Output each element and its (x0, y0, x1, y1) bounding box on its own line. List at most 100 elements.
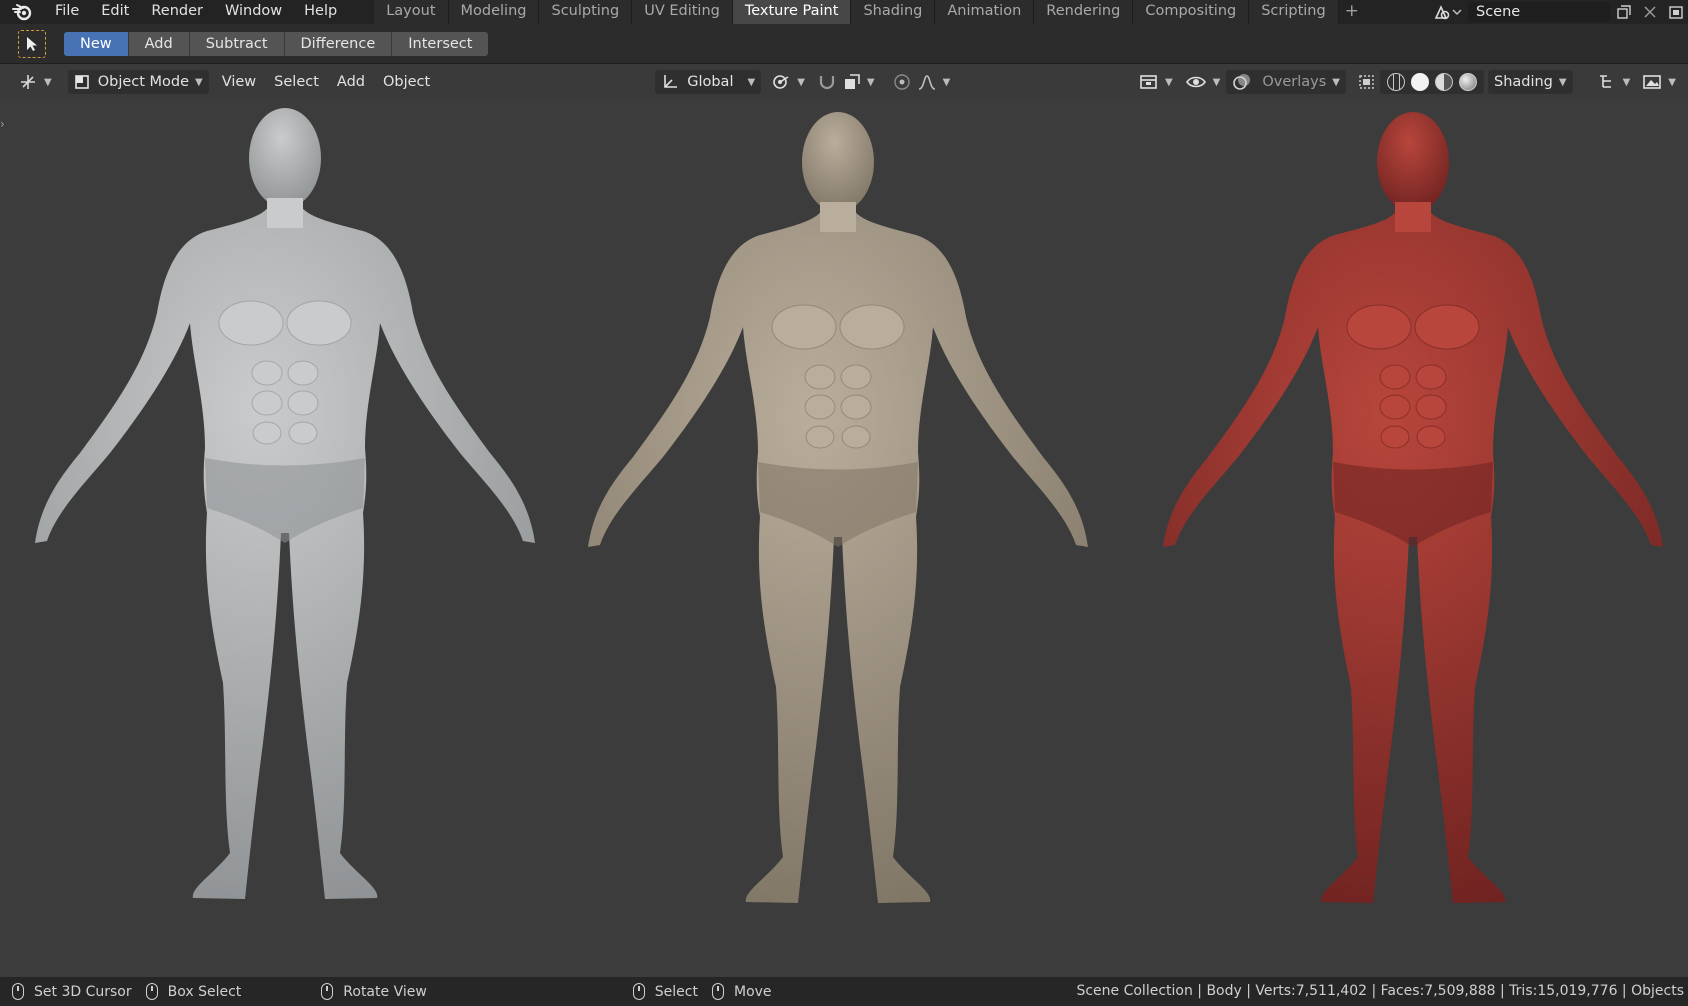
shading-label: Shading (1493, 74, 1553, 90)
menu-file[interactable]: File (44, 0, 90, 24)
toolbar-expand-icon[interactable]: › (0, 117, 5, 131)
tab-layout[interactable]: Layout (374, 0, 449, 24)
mode-difference-button[interactable]: Difference (284, 31, 393, 56)
viewport-gizmos-toggle[interactable]: ▼ (1179, 70, 1227, 94)
figure-neck (267, 198, 303, 228)
menu-view[interactable]: View (213, 74, 265, 90)
add-workspace-button[interactable]: + (1339, 0, 1365, 24)
object-mode-icon (74, 75, 89, 89)
tab-modeling[interactable]: Modeling (448, 0, 540, 24)
status-move: Move (712, 983, 772, 1000)
figure-clay-beige[interactable] (588, 112, 1088, 903)
muscle-detail (804, 364, 836, 390)
muscle-detail (287, 360, 319, 386)
blender-logo-icon[interactable] (0, 0, 44, 24)
overlays-dropdown[interactable]: Overlays ▼ (1226, 70, 1346, 94)
figure-clay-grey[interactable] (35, 108, 535, 899)
status-select-label: Select (654, 983, 698, 1000)
outliner-toggle[interactable]: ▼ (1591, 70, 1637, 94)
tab-shading[interactable]: Shading (851, 0, 936, 24)
menu-object[interactable]: Object (374, 74, 439, 90)
chevron-down-icon: ▼ (747, 76, 756, 88)
tab-compositing[interactable]: Compositing (1133, 0, 1250, 24)
menu-help[interactable]: Help (293, 0, 348, 24)
select-box-tool-icon[interactable] (18, 29, 46, 58)
chevron-down-icon: ▼ (1212, 76, 1221, 88)
tab-rendering[interactable]: Rendering (1034, 0, 1134, 24)
status-box-select: Box Select (145, 983, 242, 1000)
mouse-drag-icon (145, 983, 158, 1000)
mode-add-button[interactable]: Add (128, 31, 190, 56)
figure-body (35, 199, 535, 899)
menu-select[interactable]: Select (265, 74, 328, 90)
menu-add[interactable]: Add (328, 74, 374, 90)
duplicate-scene-icon[interactable] (1612, 1, 1636, 23)
proportional-editing-toggle[interactable]: ▼ (887, 70, 957, 94)
tab-sculpting[interactable]: Sculpting (539, 0, 633, 24)
chevron-down-icon: ▼ (797, 76, 805, 88)
status-rotate-view: Rotate View (321, 983, 427, 1000)
muscle-detail (1416, 425, 1446, 449)
muscle-detail (287, 390, 319, 416)
menu-window[interactable]: Window (214, 0, 293, 24)
close-icon[interactable] (1638, 1, 1662, 23)
object-type-visibility[interactable]: ▼ (1133, 70, 1179, 94)
material-preview-shading-icon[interactable] (1434, 73, 1453, 91)
mode-intersect-button[interactable]: Intersect (392, 31, 489, 56)
muscle-detail (771, 304, 837, 350)
tab-texture-paint[interactable]: Texture Paint (732, 0, 852, 24)
muscle-detail (840, 364, 872, 390)
wireframe-shading-icon[interactable] (1386, 73, 1405, 91)
figure-head (802, 112, 874, 212)
image-editor-toggle[interactable]: ▼ (1636, 70, 1682, 94)
scene-selector: Scene (1428, 0, 1688, 24)
transform-orientation-selector[interactable]: Global ▼ (655, 70, 762, 94)
mode-new-button[interactable]: New (64, 31, 129, 56)
view-layer-icon[interactable] (1664, 1, 1688, 23)
mode-subtract-button[interactable]: Subtract (189, 31, 285, 56)
figure-body (588, 203, 1088, 903)
selection-mode-group: New Add Subtract Difference Intersect (64, 31, 489, 56)
3d-viewport[interactable]: › (0, 99, 1688, 977)
menu-edit[interactable]: Edit (90, 0, 140, 24)
pivot-point-selector[interactable]: ▼ (765, 70, 811, 94)
workspace-tabs: Layout Modeling Sculpting UV Editing Tex… (374, 0, 1364, 24)
muscle-detail (218, 300, 284, 346)
scene-name-field[interactable]: Scene (1468, 2, 1610, 22)
orientation-axes-icon (664, 75, 678, 88)
eye-gizmo-icon (1185, 76, 1206, 88)
chevron-down-icon: ▼ (44, 76, 52, 88)
status-set-cursor: Set 3D Cursor (12, 983, 132, 1000)
figure-head (249, 108, 321, 208)
filter-box-icon (1140, 75, 1157, 89)
figure-head (1377, 112, 1449, 212)
status-set-cursor-label: Set 3D Cursor (34, 983, 132, 1000)
mouse-drag-icon (712, 983, 724, 1000)
snap-target-icon (844, 74, 860, 89)
scene-statistics: Scene Collection | Body | Verts:7,511,40… (1076, 983, 1684, 999)
rendered-shading-icon[interactable] (1458, 73, 1477, 91)
muscle-detail (1414, 304, 1480, 350)
magnet-icon (819, 76, 834, 90)
snap-toggle[interactable]: ▼ (811, 70, 881, 94)
solid-shading-icon[interactable] (1410, 73, 1429, 91)
shading-mode-group (1379, 70, 1484, 94)
mode-selector[interactable]: Object Mode ▼ (67, 70, 209, 94)
hierarchy-icon (1599, 75, 1611, 88)
pivot-icon (773, 75, 789, 89)
menu-render[interactable]: Render (140, 0, 214, 24)
muscle-detail (805, 425, 835, 449)
muscle-detail (1379, 364, 1411, 390)
figure-clay-red[interactable] (1163, 112, 1663, 903)
shading-dropdown[interactable]: Shading ▼ (1487, 70, 1573, 94)
status-move-label: Move (734, 983, 772, 1000)
scene-type-icon[interactable] (1428, 1, 1468, 23)
tab-uv-editing[interactable]: UV Editing (632, 0, 733, 24)
falloff-curve-icon (918, 75, 935, 90)
editor-type-button[interactable]: ▼ (12, 70, 58, 94)
xray-toggle[interactable] (1354, 70, 1380, 94)
tab-animation[interactable]: Animation (935, 0, 1035, 24)
tab-scripting[interactable]: Scripting (1249, 0, 1339, 24)
status-box-select-label: Box Select (167, 983, 242, 1000)
chevron-down-icon: ▼ (1164, 76, 1173, 88)
